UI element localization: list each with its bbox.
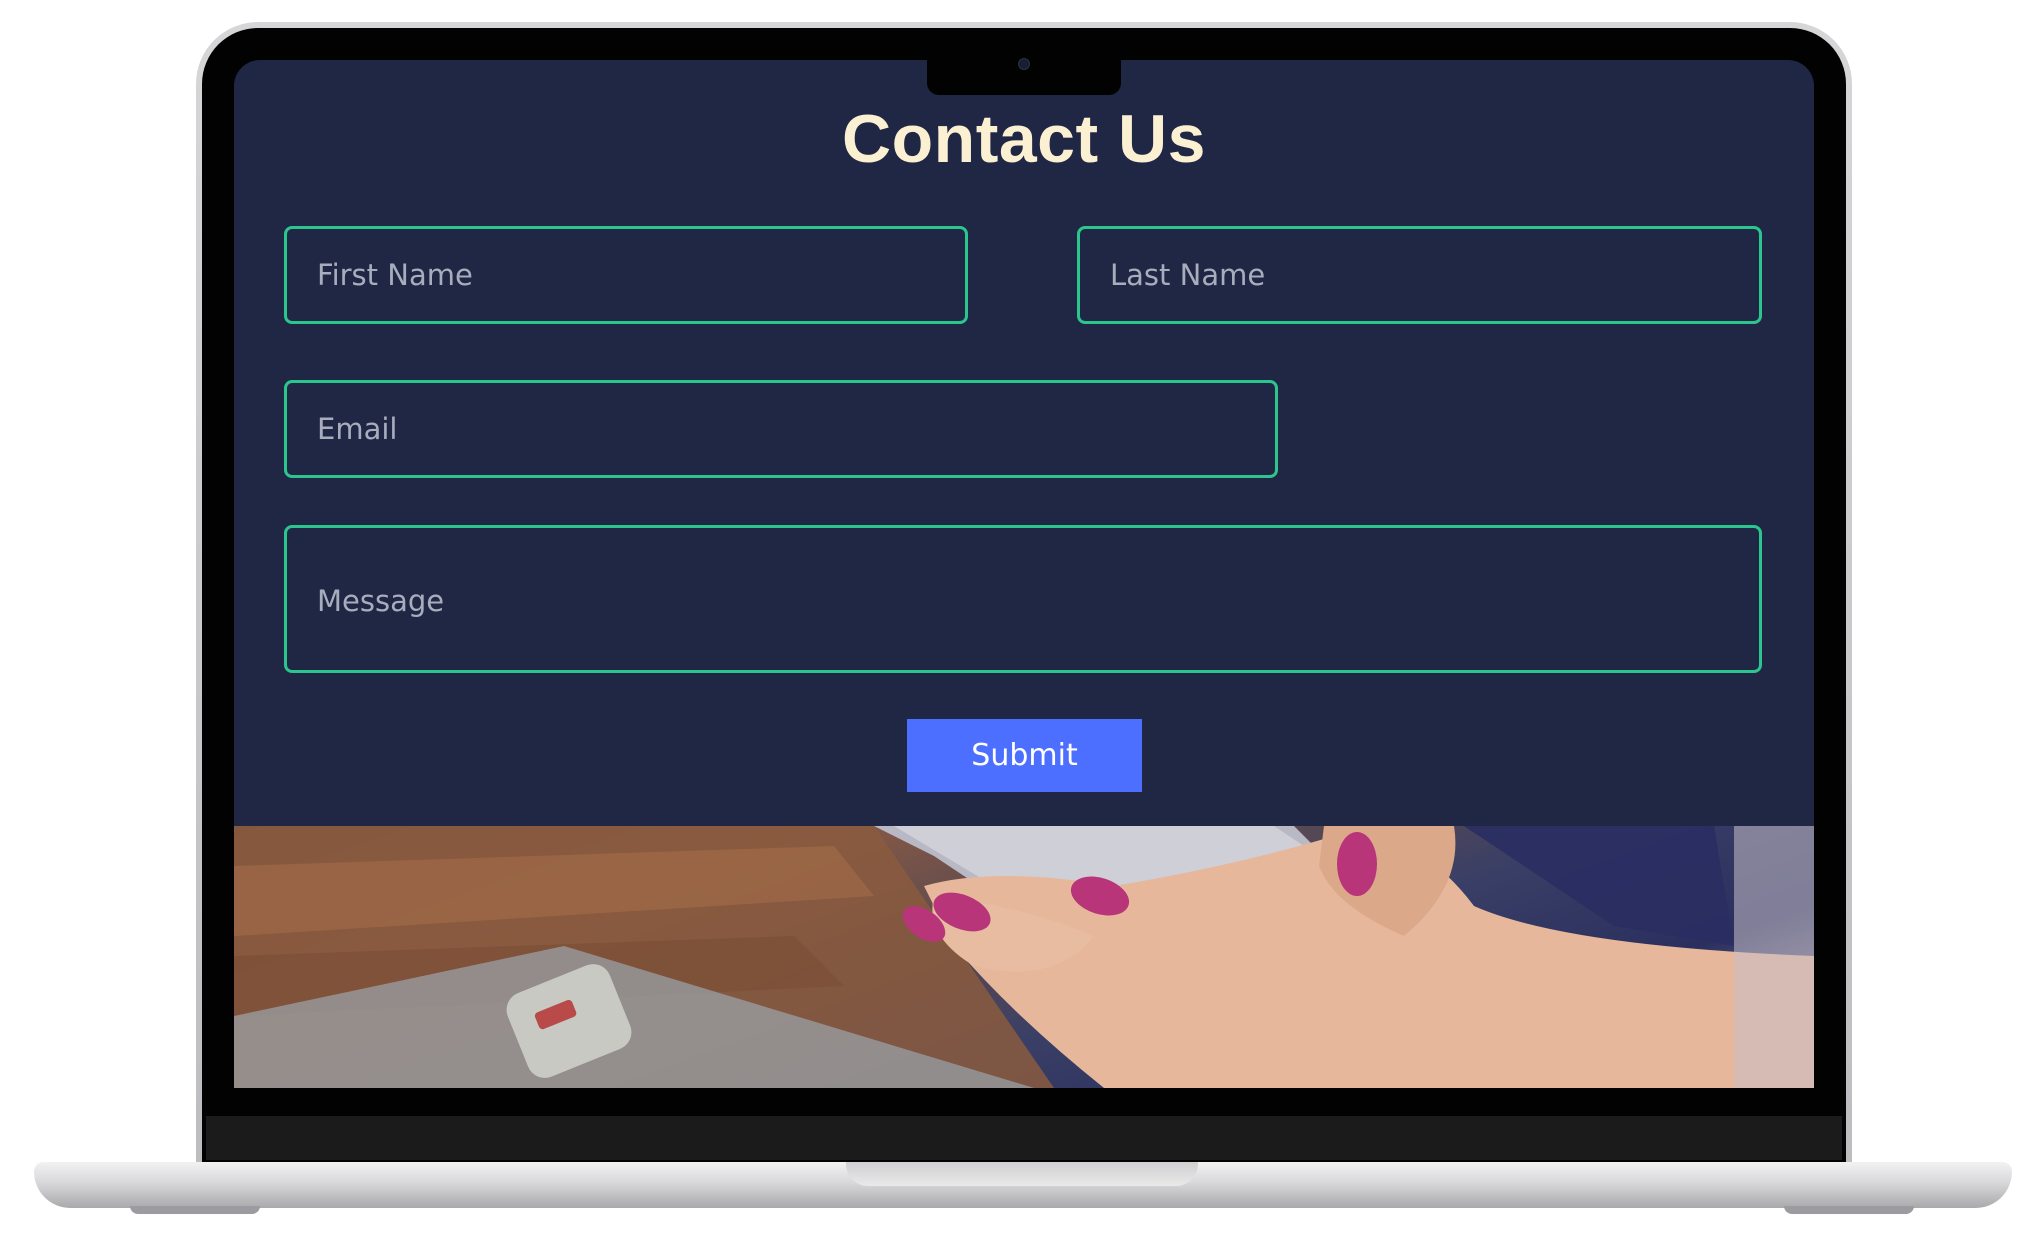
- first-name-input[interactable]: [284, 226, 968, 324]
- email-input[interactable]: [284, 380, 1278, 478]
- message-textarea[interactable]: [284, 525, 1762, 673]
- hand-holding-phone-photo: [234, 826, 1814, 1088]
- laptop-hinge: [206, 1116, 1842, 1160]
- laptop-foot-left: [130, 1206, 260, 1214]
- laptop-mockup: Contact Us Submit: [0, 0, 2044, 1236]
- webcam-icon: [1018, 58, 1030, 70]
- laptop-foot-right: [1784, 1206, 1914, 1214]
- trackpad-notch: [846, 1162, 1198, 1186]
- last-name-input[interactable]: [1077, 226, 1762, 324]
- laptop-screen: Contact Us Submit: [234, 60, 1814, 1088]
- submit-button[interactable]: Submit: [907, 719, 1142, 792]
- photo-illustration: [234, 826, 1814, 1088]
- page-title: Contact Us: [842, 101, 1206, 177]
